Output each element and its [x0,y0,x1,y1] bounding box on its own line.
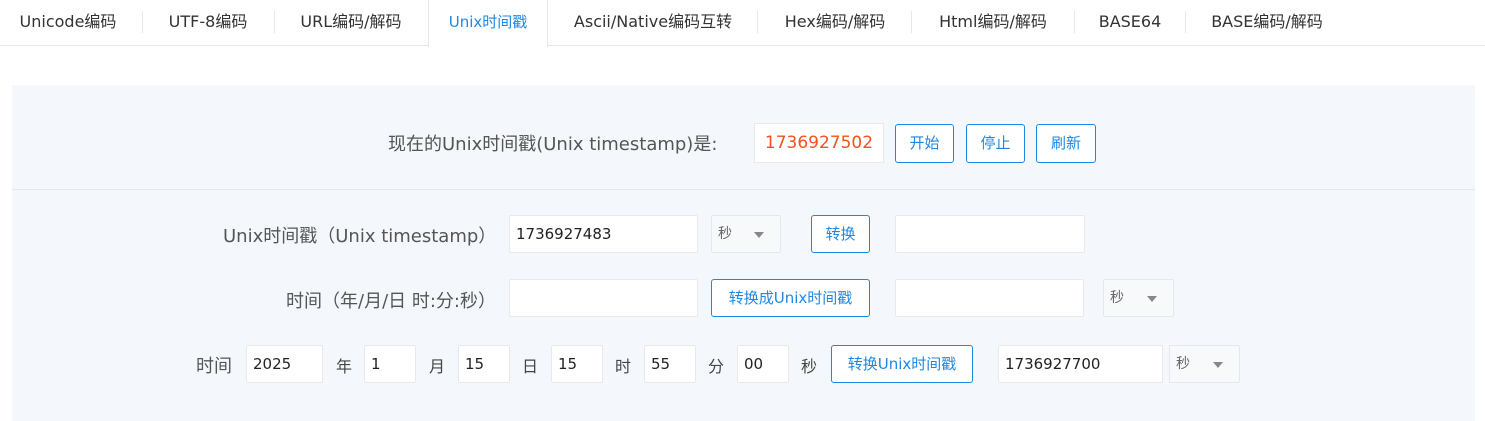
panel-divider [12,189,1475,190]
tab-base64[interactable]: BASE64 [1098,0,1162,46]
tab-unix-timestamp[interactable]: Unix时间戳 [428,0,548,47]
year-unit: 年 [336,357,353,376]
chevron-down-icon [754,232,764,238]
timestamp-input[interactable]: 1736927483 [509,215,698,253]
timestamp-unit-value: 秒 [718,226,732,242]
month-input[interactable]: 1 [364,345,416,383]
chevron-down-icon [1147,296,1157,302]
tab-ascii-native[interactable]: Ascii/Native编码互转 [572,0,734,46]
tab-url[interactable]: URL编码/解码 [298,0,404,46]
start-button[interactable]: 开始 [895,124,954,163]
convert-parts-to-unix-button[interactable]: 转换Unix时间戳 [831,345,973,383]
day-unit: 日 [522,357,539,376]
refresh-button[interactable]: 刷新 [1036,124,1096,163]
hour-unit: 时 [615,357,632,376]
convert-to-time-button[interactable]: 转换 [811,215,870,253]
result-unit-select[interactable]: 秒 [1103,279,1174,317]
tab-divider [1185,11,1186,33]
tab-divider [1074,11,1075,33]
convert-to-unix-button[interactable]: 转换成Unix时间戳 [711,279,870,317]
chevron-down-icon [1213,362,1223,368]
day-input[interactable]: 15 [458,345,510,383]
current-timestamp-label: 现在的Unix时间戳(Unix timestamp)是: [388,134,718,155]
minute-unit: 分 [708,357,725,376]
minute-input[interactable]: 55 [644,345,696,383]
result-unit-value: 秒 [1110,290,1124,306]
datetime-input[interactable] [509,279,698,317]
tab-hex[interactable]: Hex编码/解码 [782,0,888,46]
tab-divider [142,11,143,33]
tab-divider [274,11,275,33]
parts-result-field[interactable]: 1736927700 [998,345,1163,383]
parts-unit-value: 秒 [1176,356,1190,372]
parts-unit-select[interactable]: 秒 [1169,345,1240,383]
unix-result-field[interactable] [895,279,1084,317]
timestamp-unit-select[interactable]: 秒 [711,215,781,253]
current-timestamp-value: 1736927502 [754,123,884,163]
second-input[interactable]: 00 [737,345,789,383]
hour-input[interactable]: 15 [551,345,603,383]
tab-utf8[interactable]: UTF-8编码 [166,0,250,46]
tab-base-codec[interactable]: BASE编码/解码 [1209,0,1325,46]
tab-unicode[interactable]: Unicode编码 [18,0,118,46]
stop-button[interactable]: 停止 [966,124,1025,163]
tab-divider [911,11,912,33]
second-unit: 秒 [801,357,818,376]
year-input[interactable]: 2025 [246,345,323,383]
time-result-field[interactable] [895,215,1085,253]
date-parts-label: 时间 [196,356,232,377]
tool-tabs: Unicode编码 UTF-8编码 URL编码/解码 Unix时间戳 Ascii… [0,0,1485,47]
tab-html[interactable]: Html编码/解码 [935,0,1051,46]
month-unit: 月 [429,357,446,376]
datetime-input-label: 时间（年/月/日 时:分:秒） [286,291,496,312]
timestamp-input-label: Unix时间戳（Unix timestamp） [223,226,497,247]
tab-divider [757,11,758,33]
